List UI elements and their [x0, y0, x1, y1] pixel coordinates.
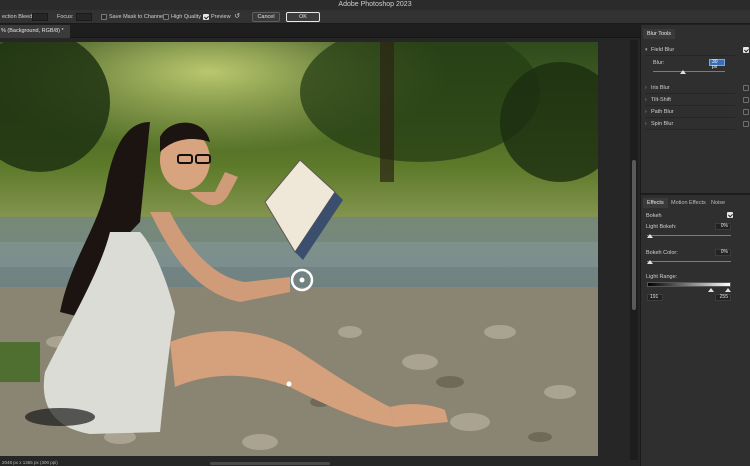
blur-item-tilt-shift[interactable]: › Tilt-Shift — [645, 95, 749, 106]
bokeh-color-value[interactable]: 0% — [715, 249, 731, 256]
light-range-label: Light Range: — [646, 274, 678, 280]
light-range-gradient[interactable] — [647, 282, 731, 287]
panel-divider — [641, 193, 750, 195]
high-quality-checkbox[interactable] — [163, 14, 169, 20]
document-size-status: 2048 px x 1365 px (300 ppi) — [2, 460, 58, 465]
focus-field[interactable] — [76, 13, 92, 21]
focus-label: Focus: — [57, 14, 74, 20]
blur-item-iris-blur[interactable]: › Iris Blur — [645, 83, 749, 94]
tab-blur-tools[interactable]: Blur Tools — [643, 29, 676, 39]
light-bokeh-value[interactable]: 0% — [715, 223, 731, 230]
iris-blur-checkbox[interactable] — [743, 85, 749, 91]
light-bokeh-label: Light Bokeh: — [646, 224, 677, 230]
bokeh-color-slider-track[interactable] — [647, 261, 731, 262]
status-bar: 2048 px x 1365 px (300 ppi) — [0, 460, 640, 466]
blur-item-path-blur[interactable]: › Path Blur — [645, 107, 749, 118]
save-mask-label: Save Mask to Channels — [109, 14, 168, 20]
blur-slider-thumb[interactable] — [680, 70, 687, 74]
path-blur-checkbox[interactable] — [743, 109, 749, 115]
options-bar: ection Bleed: Focus: Save Mask to Channe… — [0, 10, 750, 24]
title-bar: Adobe Photoshop 2023 — [0, 0, 750, 10]
preview-label: Preview — [211, 14, 231, 20]
blur-item-label: Tilt-Shift — [651, 97, 671, 103]
vertical-scrollbar[interactable] — [630, 40, 638, 460]
blur-item-label: Path Blur — [651, 109, 674, 115]
bokeh-color-slider-thumb[interactable] — [647, 260, 653, 264]
field-blur-checkbox[interactable] — [743, 47, 749, 53]
tab-noise[interactable]: Noise — [707, 198, 729, 208]
cancel-button[interactable]: Cancel — [252, 12, 280, 22]
bokeh-label: Bokeh — [646, 213, 662, 219]
light-range-high-thumb[interactable] — [725, 288, 731, 292]
blur-label: Blur: — [653, 60, 665, 66]
light-bokeh-slider-thumb[interactable] — [647, 234, 653, 238]
preview-checkbox[interactable] — [203, 14, 209, 20]
save-mask-checkbox[interactable] — [101, 14, 107, 20]
tab-motion-effects[interactable]: Motion Effects — [667, 198, 710, 208]
tab-effects[interactable]: Effects — [643, 198, 668, 208]
document-tab[interactable]: % (Background, RGB/8) * — [0, 25, 70, 38]
blur-item-label: Field Blur — [651, 47, 675, 53]
bokeh-color-label: Bokeh Color: — [646, 250, 678, 256]
blur-item-spin-blur[interactable]: › Spin Blur — [645, 119, 749, 130]
blur-slider-track[interactable] — [653, 71, 725, 72]
tilt-shift-checkbox[interactable] — [743, 97, 749, 103]
light-range-low-thumb[interactable] — [708, 288, 714, 292]
canvas-area[interactable] — [0, 38, 640, 460]
light-range-high-value[interactable]: 255 — [715, 294, 731, 301]
ok-button[interactable]: OK — [286, 12, 320, 22]
selection-bleed-label: ection Bleed: — [2, 14, 34, 20]
light-range-low-value[interactable]: 191 — [647, 294, 663, 301]
blur-item-label: Spin Blur — [651, 121, 674, 127]
blur-gallery-panel: Blur Tools ▾ Field Blur Blur: 30 px › Iris… — [640, 25, 750, 466]
selection-bleed-field[interactable] — [32, 13, 48, 21]
spin-blur-checkbox[interactable] — [743, 121, 749, 127]
vertical-scrollbar-thumb[interactable] — [632, 160, 636, 310]
blur-value-field[interactable]: 30 px — [709, 59, 725, 70]
horizontal-scrollbar[interactable] — [210, 462, 330, 465]
photo-woman-reading-by-river — [0, 42, 598, 456]
blur-item-field-blur[interactable]: ▾ Field Blur — [645, 45, 749, 56]
app-title: Adobe Photoshop 2023 — [338, 1, 412, 8]
reset-icon[interactable]: ↺ — [233, 13, 241, 21]
blur-item-label: Iris Blur — [651, 85, 670, 91]
document-tab-bar: % (Background, RGB/8) * — [0, 25, 640, 38]
photo-canvas[interactable] — [0, 42, 598, 456]
light-bokeh-slider-track[interactable] — [647, 235, 731, 236]
high-quality-label: High Quality — [171, 14, 201, 20]
bokeh-checkbox[interactable] — [727, 212, 733, 218]
